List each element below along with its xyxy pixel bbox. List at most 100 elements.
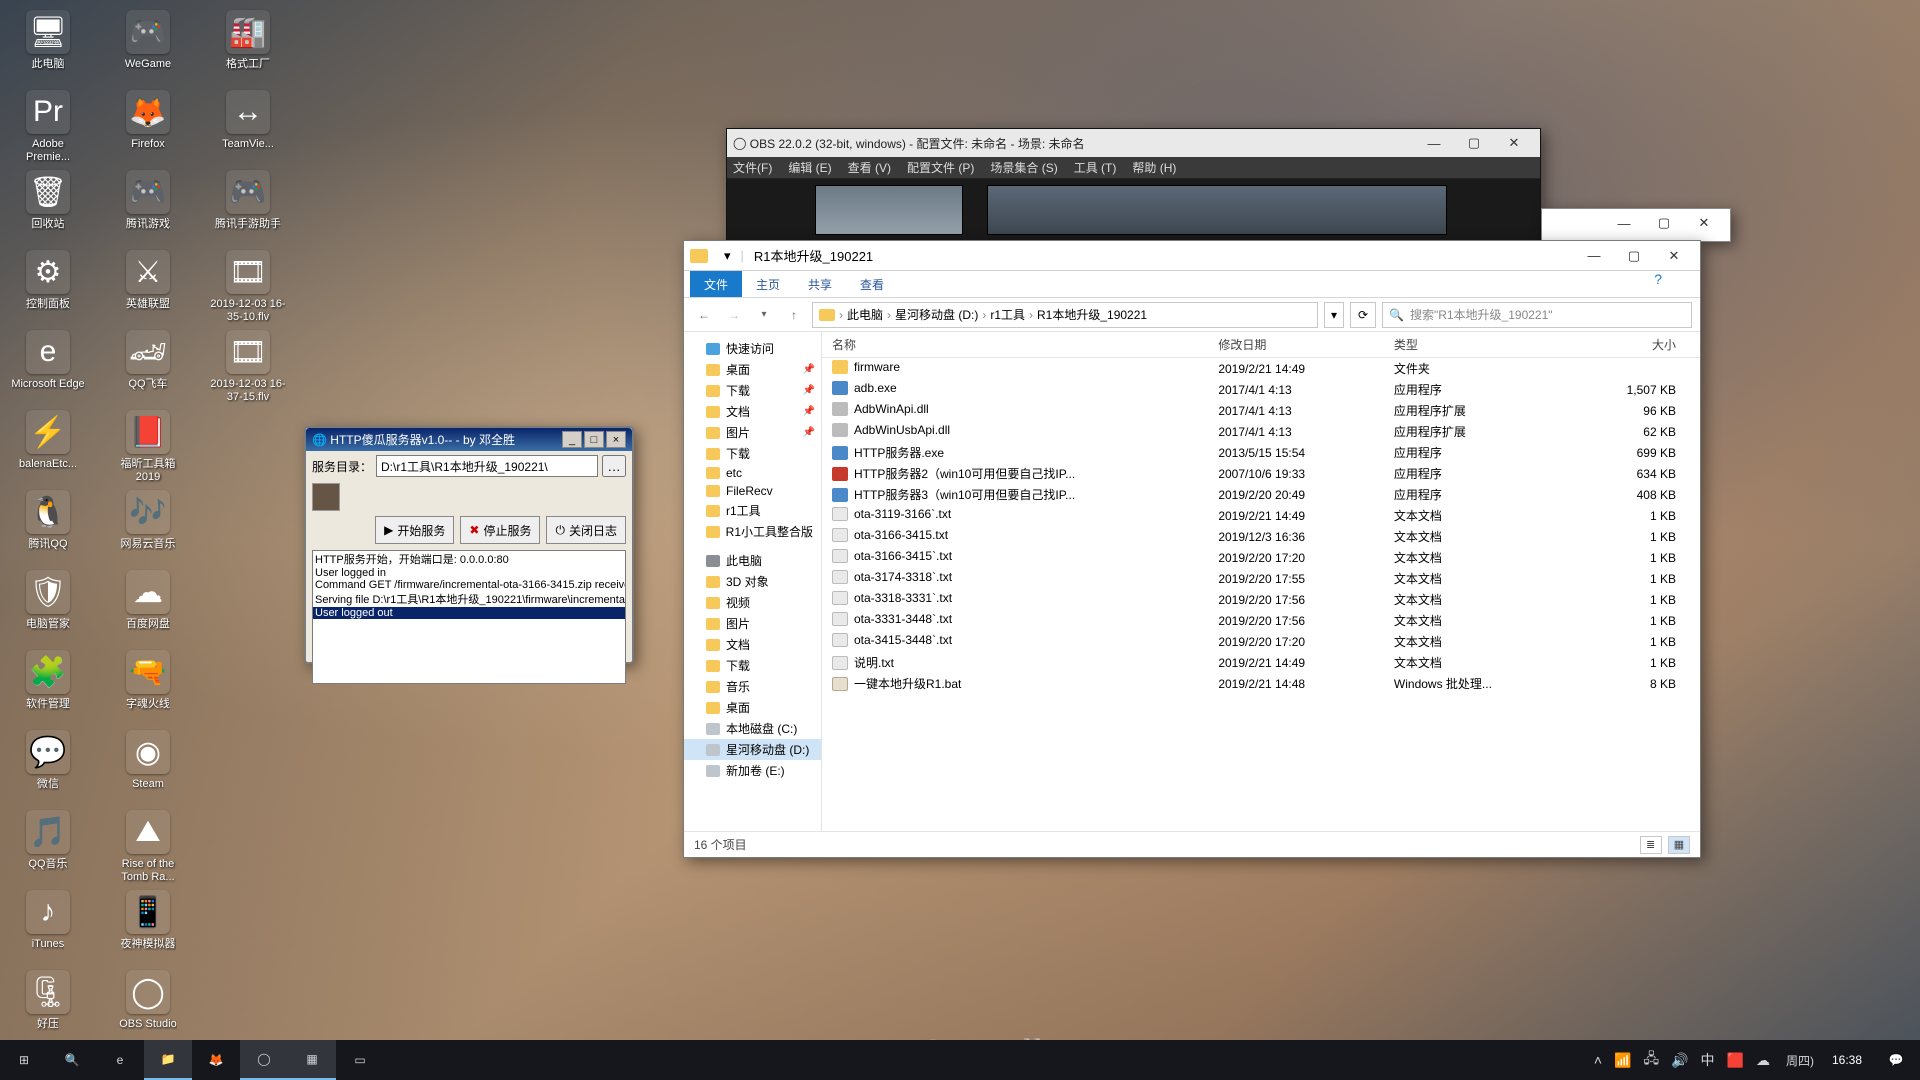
http-log-line[interactable]: Command GET /firmware/incremental-ota-31…: [313, 579, 625, 591]
taskbar-clock[interactable]: 16:38: [1822, 1053, 1872, 1067]
obs-menu-item[interactable]: 配置文件 (P): [907, 159, 974, 176]
http-server-window[interactable]: 🌐 HTTP傻瓜服务器v1.0-- - by 邓全胜 _ □ × 服务目录： ……: [304, 426, 634, 664]
explorer-close-button[interactable]: ✕: [1654, 245, 1694, 267]
desktop-icon[interactable]: 🦊 Firefox: [108, 88, 188, 168]
desktop-icon[interactable]: 🎮 WeGame: [108, 8, 188, 88]
ribbon-help-icon[interactable]: ?: [1654, 271, 1662, 287]
nav-tree-item[interactable]: etc: [684, 464, 821, 482]
obs-preview-canvas[interactable]: [727, 179, 1540, 243]
desktop-icon[interactable]: 🎮 腾讯游戏: [108, 168, 188, 248]
bgwin-max-button[interactable]: ▢: [1644, 212, 1684, 234]
desktop-icon[interactable]: ☁ 百度网盘: [108, 568, 188, 648]
obs-menu-item[interactable]: 查看 (V): [848, 159, 891, 176]
obs-menu-item[interactable]: 帮助 (H): [1132, 159, 1176, 176]
nav-tree-item[interactable]: 视频: [684, 592, 821, 613]
breadcrumb-segment[interactable]: 此电脑: [847, 306, 883, 323]
file-row[interactable]: ota-3166-3415`.txt 2019/2/20 17:20 文本文档 …: [822, 547, 1700, 568]
desktop-icon[interactable]: 📱 夜神模拟器: [108, 888, 188, 968]
nav-tree-item[interactable]: r1工具: [684, 500, 821, 521]
nav-tree-item[interactable]: R1小工具整合版: [684, 521, 821, 542]
obs-titlebar[interactable]: ◯ OBS 22.0.2 (32-bit, windows) - 配置文件: 未…: [727, 129, 1540, 157]
taskbar-search-button[interactable]: 🔍: [48, 1040, 96, 1080]
nav-tree-item[interactable]: 图片📌: [684, 422, 821, 443]
taskbar-edge-button[interactable]: e: [96, 1040, 144, 1080]
explorer-window[interactable]: ▾ | R1本地升级_190221 — ▢ ✕ 文件主页共享查看 ? ← → ▾…: [683, 240, 1701, 858]
bgwin-close-button[interactable]: ✕: [1684, 212, 1724, 234]
taskbar-http-button[interactable]: ▦: [288, 1040, 336, 1080]
ribbon-tab[interactable]: 查看: [846, 271, 898, 297]
nav-tree-item[interactable]: FileRecv: [684, 482, 821, 500]
view-icons-button[interactable]: ▦: [1668, 836, 1690, 854]
nav-up-button[interactable]: ↑: [782, 303, 806, 327]
http-close-button[interactable]: ×: [606, 431, 626, 448]
http-log-line[interactable]: HTTP服务开始，开始端口是: 0.0.0.0:80: [313, 551, 625, 567]
tray-icon[interactable]: 🟥: [1727, 1052, 1744, 1069]
nav-tree-item[interactable]: 下载📌: [684, 380, 821, 401]
desktop-icon[interactable]: 📕 福昕工具箱 2019: [108, 408, 188, 488]
desktop-icon[interactable]: 🎞 2019-12-03 16-37-15.flv: [208, 328, 288, 408]
desktop-icon[interactable]: 🎵 QQ音乐: [8, 808, 88, 888]
ribbon-tab[interactable]: 文件: [690, 271, 742, 297]
http-log-line[interactable]: User logged out: [313, 607, 625, 619]
file-row[interactable]: ota-3166-3415.txt 2019/12/3 16:36 文本文档 1…: [822, 526, 1700, 547]
nav-tree-item[interactable]: 文档: [684, 634, 821, 655]
http-log-pane[interactable]: HTTP服务开始，开始端口是: 0.0.0.0:80User logged in…: [312, 550, 626, 684]
nav-tree-item[interactable]: 图片: [684, 613, 821, 634]
desktop-icon[interactable]: 🔫 字魂火线: [108, 648, 188, 728]
nav-tree-item[interactable]: 快速访问: [684, 338, 821, 359]
nav-tree-item[interactable]: 桌面📌: [684, 359, 821, 380]
nav-tree-item[interactable]: 桌面: [684, 697, 821, 718]
obs-menu-item[interactable]: 场景集合 (S): [990, 159, 1057, 176]
obs-menu-item[interactable]: 工具 (T): [1074, 159, 1117, 176]
obs-window[interactable]: ◯ OBS 22.0.2 (32-bit, windows) - 配置文件: 未…: [726, 128, 1541, 240]
desktop-icon[interactable]: 🎮 腾讯手游助手: [208, 168, 288, 248]
desktop-icon[interactable]: ◉ Steam: [108, 728, 188, 808]
desktop-icon[interactable]: 🏭 格式工厂: [208, 8, 288, 88]
taskbar-firefox-button[interactable]: 🦊: [192, 1040, 240, 1080]
explorer-nav-tree[interactable]: 快速访问 桌面📌 下载📌 文档📌 图片📌 下载 etc FileRecv r1工…: [684, 332, 822, 831]
desktop-icon[interactable]: ⚔ 英雄联盟: [108, 248, 188, 328]
explorer-min-button[interactable]: —: [1574, 245, 1614, 267]
desktop-icon[interactable]: ◯ OBS Studio: [108, 968, 188, 1048]
http-path-input[interactable]: [376, 455, 598, 477]
col-type[interactable]: 类型: [1384, 332, 1542, 358]
file-row[interactable]: HTTP服务器2（win10可用但要自己找IP... 2007/10/6 19:…: [822, 463, 1700, 484]
ribbon-tab[interactable]: 共享: [794, 271, 846, 297]
nav-tree-item[interactable]: 星河移动盘 (D:): [684, 739, 821, 760]
nav-recent-button[interactable]: ▾: [752, 303, 776, 327]
refresh-button[interactable]: ⟳: [1350, 302, 1376, 328]
file-row[interactable]: AdbWinUsbApi.dll 2017/4/1 4:13 应用程序扩展 62…: [822, 421, 1700, 442]
http-min-button[interactable]: _: [562, 431, 582, 448]
desktop-icon[interactable]: ♪ iTunes: [8, 888, 88, 968]
obs-menubar[interactable]: 文件(F)编辑 (E)查看 (V)配置文件 (P)场景集合 (S)工具 (T)帮…: [727, 157, 1540, 179]
obs-max-button[interactable]: ▢: [1454, 132, 1494, 154]
nav-tree-item[interactable]: 新加卷 (E:): [684, 760, 821, 781]
nav-tree-item[interactable]: 下载: [684, 655, 821, 676]
notifications-button[interactable]: 💬: [1872, 1040, 1920, 1080]
ribbon-tab[interactable]: 主页: [742, 271, 794, 297]
file-row[interactable]: ota-3318-3331`.txt 2019/2/20 17:56 文本文档 …: [822, 589, 1700, 610]
http-log-line[interactable]: Serving file D:\r1工具\R1本地升级_190221\firmw…: [313, 591, 625, 607]
explorer-ribbon-tabs[interactable]: 文件主页共享查看: [684, 271, 1700, 298]
desktop-icon[interactable]: 🐧 腾讯QQ: [8, 488, 88, 568]
desktop-icon[interactable]: 🧩 软件管理: [8, 648, 88, 728]
obs-close-button[interactable]: ✕: [1494, 132, 1534, 154]
nav-tree-item[interactable]: 下载: [684, 443, 821, 464]
qat-save-icon[interactable]: ▾: [724, 248, 731, 264]
desktop-icon[interactable]: ⚙ 控制面板: [8, 248, 88, 328]
desktop-icon[interactable]: e Microsoft Edge: [8, 328, 88, 408]
http-closelog-button[interactable]: ⏻关闭日志: [546, 516, 626, 544]
desktop-icon[interactable]: 🗜 好压: [8, 968, 88, 1048]
tray-icon[interactable]: 🔊: [1671, 1052, 1688, 1069]
system-tray[interactable]: ˄📶🖧🔊中🟥☁: [1586, 1048, 1778, 1072]
tray-icon[interactable]: 📶: [1614, 1052, 1631, 1069]
desktop-icon[interactable]: ↔ TeamVie...: [208, 88, 288, 168]
http-start-button[interactable]: ▶开始服务: [375, 516, 454, 544]
ime-indicator[interactable]: 周四): [1778, 1052, 1822, 1069]
view-details-button[interactable]: ≣: [1640, 836, 1662, 854]
crumbs-dropdown[interactable]: ▾: [1324, 302, 1344, 328]
nav-tree-item[interactable]: 音乐: [684, 676, 821, 697]
background-window[interactable]: — ▢ ✕: [1541, 208, 1731, 242]
nav-forward-button[interactable]: →: [722, 303, 746, 327]
tray-icon[interactable]: ˄: [1594, 1052, 1602, 1068]
